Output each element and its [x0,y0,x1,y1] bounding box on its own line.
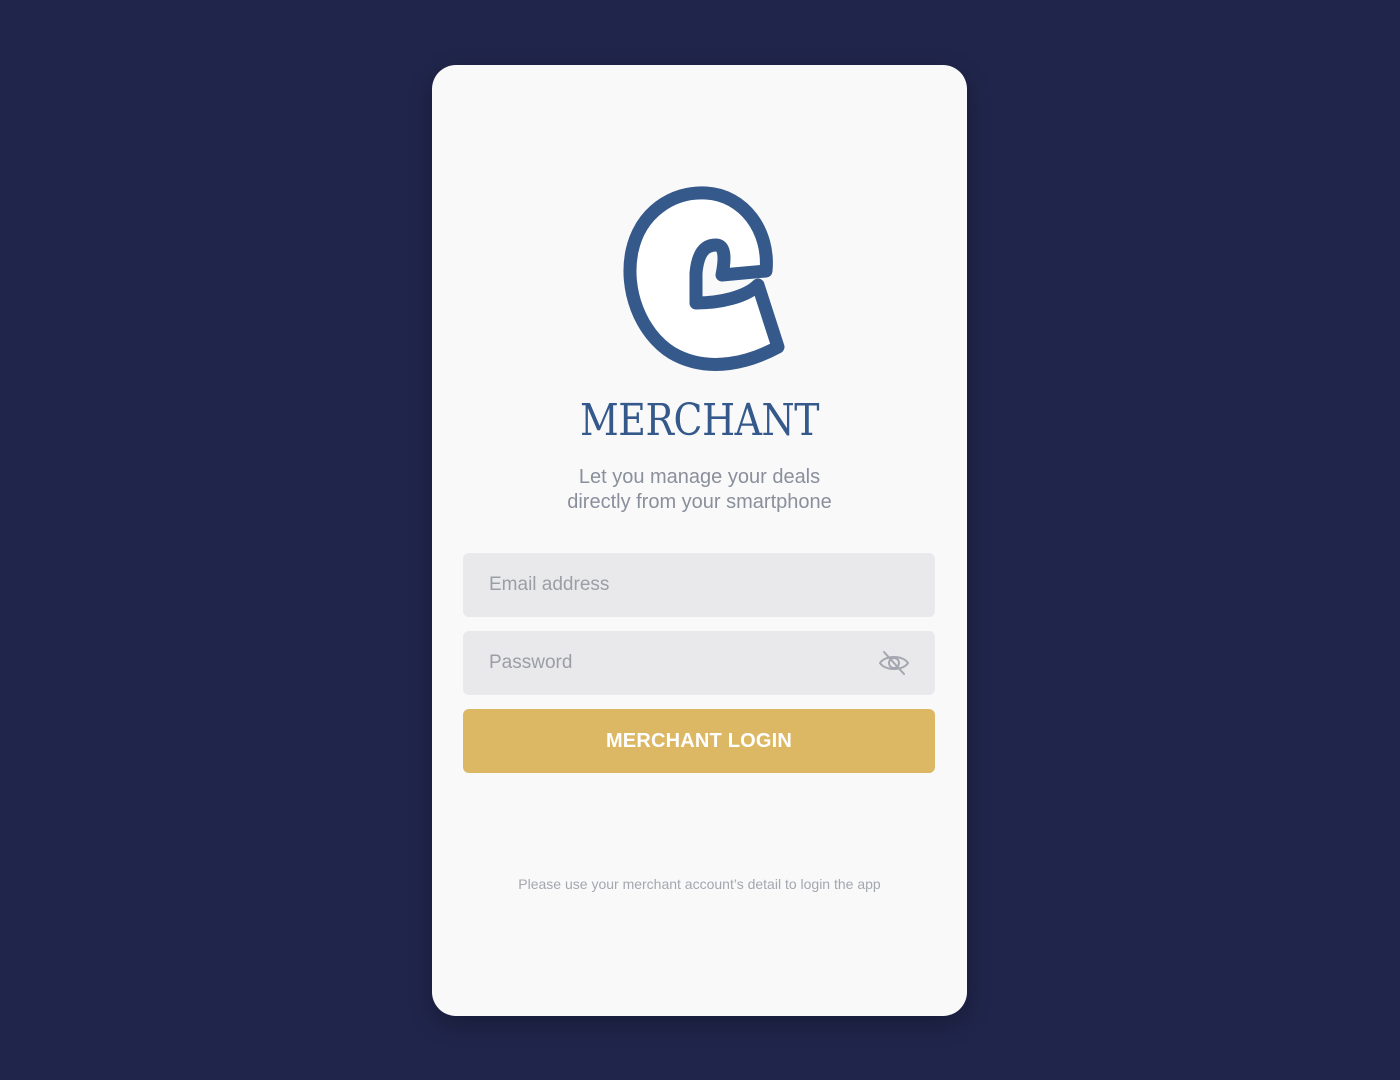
email-field-container [463,553,935,617]
login-card: MERCHANT Let you manage your deals direc… [432,65,967,1016]
eye-slash-icon[interactable] [877,649,911,677]
tagline: Let you manage your deals directly from … [432,465,967,515]
tagline-line-2: directly from your smartphone [567,491,832,513]
tagline-line-1: Let you manage your deals [578,466,821,488]
merchant-logo-icon [623,186,785,371]
login-help-text: Please use your merchant account’s detai… [518,876,881,892]
email-input[interactable] [463,553,935,617]
merchant-login-button[interactable]: MERCHANT LOGIN [463,709,935,773]
brand-name: MERCHANT [579,395,820,446]
password-field-container [463,631,935,695]
password-input[interactable] [463,631,935,695]
